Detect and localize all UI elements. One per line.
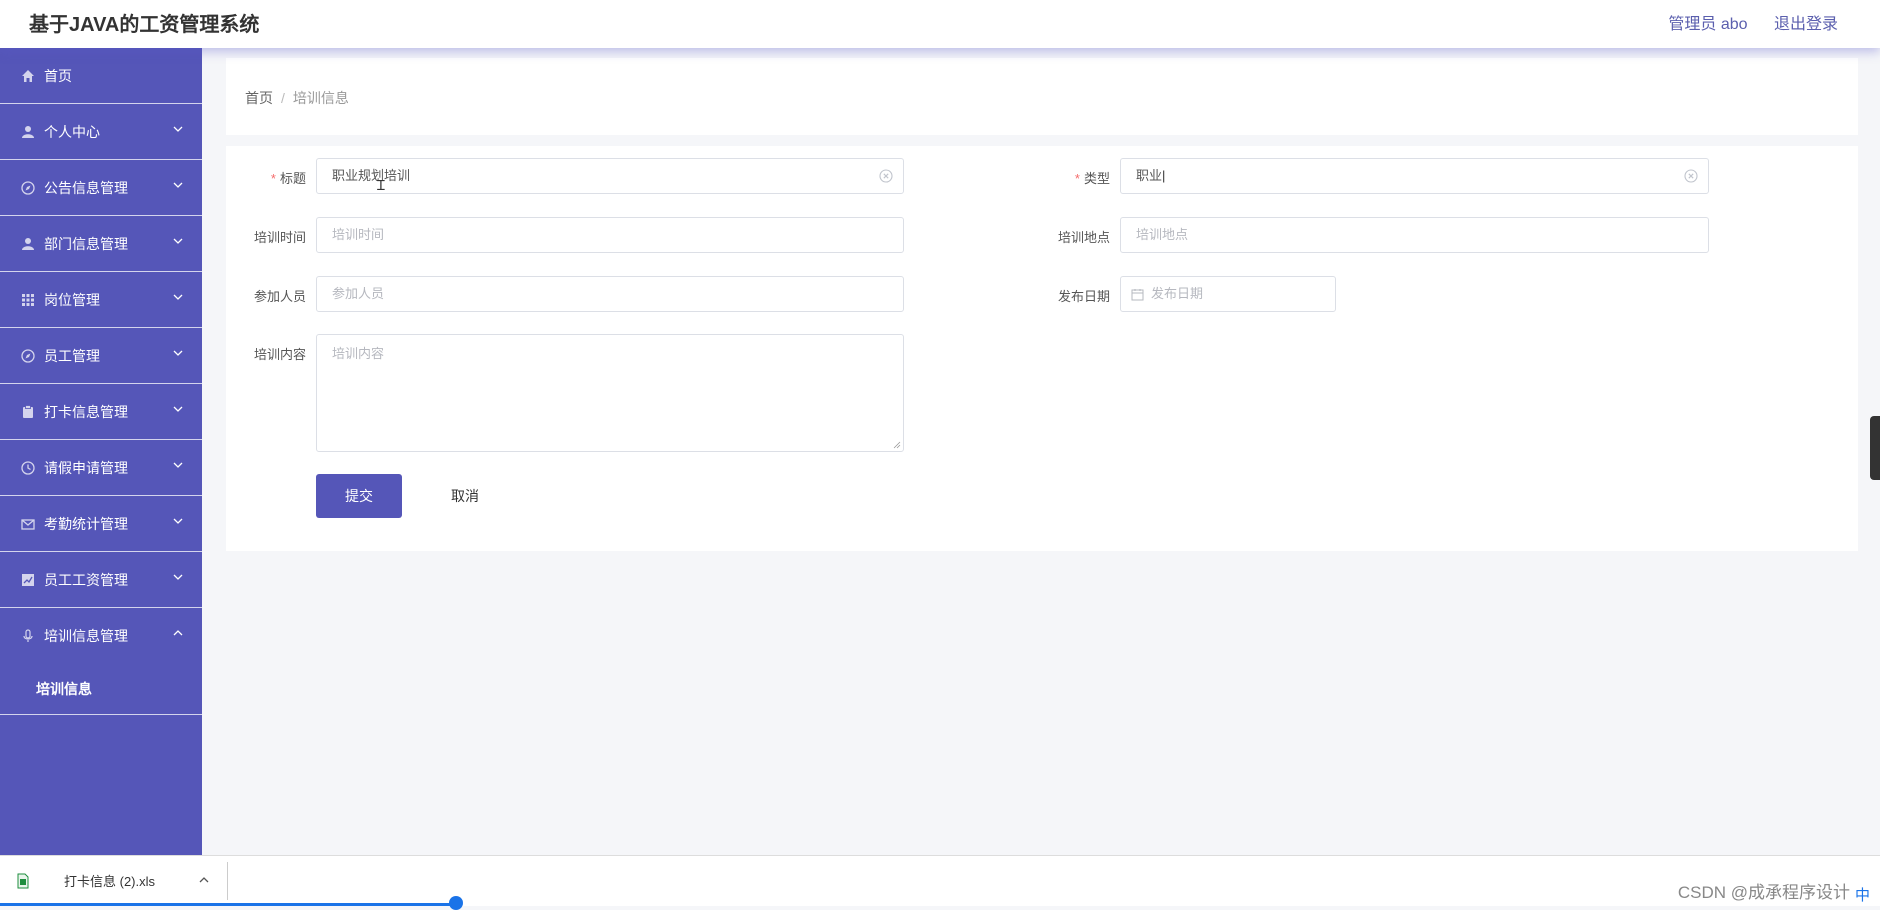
sidebar-item-training-management[interactable]: 培训信息管理 — [0, 608, 202, 663]
sidebar-item-label: 岗位管理 — [44, 291, 100, 308]
sidebar-item-department-management[interactable]: 部门信息管理 — [0, 216, 202, 272]
sidebar-item-leave-management[interactable]: 请假申请管理 — [0, 440, 202, 496]
publish-date-placeholder: 发布日期 — [1151, 286, 1204, 301]
content-placeholder: 培训内容 — [332, 346, 385, 361]
required-mark: * — [270, 171, 276, 186]
sidebar-item-label: 公告信息管理 — [44, 179, 128, 196]
sidebar-item-attendance-stats[interactable]: 考勤统计管理 — [0, 496, 202, 552]
divider — [227, 862, 228, 900]
chevron-down-icon — [173, 182, 183, 188]
download-item[interactable]: 打卡信息 (2).xls — [16, 871, 155, 890]
logout-link[interactable]: 退出登录 — [1774, 16, 1838, 33]
ime-language-indicator[interactable]: 中 — [1855, 884, 1870, 905]
breadcrumb-separator: / — [281, 90, 285, 106]
chevron-down-icon — [173, 462, 183, 468]
clear-icon[interactable] — [879, 169, 893, 183]
sidebar-item-employee-management[interactable]: 员工管理 — [0, 328, 202, 384]
chevron-up-icon[interactable] — [198, 874, 210, 886]
sidebar-item-label: 首页 — [44, 67, 72, 84]
top-header: 基于JAVA的工资管理系统 管理员 abo 退出登录 — [0, 0, 1880, 48]
sidebar-item-home[interactable]: 首页 — [0, 48, 202, 104]
breadcrumb-panel: 首页 / 培训信息 — [226, 58, 1858, 135]
compass-icon — [20, 180, 36, 196]
training-place-input[interactable]: 培训地点 — [1120, 217, 1709, 253]
user-icon — [20, 124, 36, 140]
sidebar-item-personal-center[interactable]: 个人中心 — [0, 104, 202, 160]
breadcrumb-current: 培训信息 — [292, 90, 349, 106]
sidebar-item-label: 请假申请管理 — [44, 459, 128, 476]
sidebar-item-label: 打卡信息管理 — [44, 403, 128, 420]
chevron-down-icon — [173, 518, 183, 524]
resize-grip-icon[interactable] — [893, 441, 901, 449]
download-bar: 打卡信息 (2).xls CSDN @成承程序设计 中 — [0, 855, 1880, 910]
content-textarea[interactable]: 培训内容 — [316, 334, 904, 452]
sidebar-item-label: 培训信息管理 — [44, 627, 128, 644]
participants-label: 参加人员 — [253, 289, 306, 304]
clear-icon[interactable] — [1684, 169, 1698, 183]
compass-icon — [20, 348, 36, 364]
ime-toolbar: 中 — [1855, 884, 1870, 905]
publish-date-picker[interactable]: 发布日期 — [1120, 276, 1336, 312]
content-label: 培训内容 — [253, 347, 306, 362]
sidebar-item-notice-management[interactable]: 公告信息管理 — [0, 160, 202, 216]
title-input-value: 职业规划培训 — [332, 168, 411, 183]
header-user-area: 管理员 abo 退出登录 — [1646, 10, 1838, 34]
download-file-name: 打卡信息 (2).xls — [64, 874, 156, 889]
breadcrumb: 首页 / 培训信息 — [245, 88, 349, 108]
user-icon — [20, 236, 36, 252]
chevron-down-icon — [173, 126, 183, 132]
chevron-down-icon — [173, 406, 183, 412]
mail-icon — [20, 516, 36, 532]
training-time-input[interactable]: 培训时间 — [316, 217, 904, 253]
title-label: * 标题 — [270, 171, 306, 186]
sidebar-item-label: 个人中心 — [44, 123, 100, 140]
type-label: * 类型 — [1074, 171, 1110, 186]
clock-icon — [20, 460, 36, 476]
chevron-down-icon — [173, 350, 183, 356]
chart-icon — [20, 572, 36, 588]
training-form: * 标题 职业规划培训 * 类型 职业| 培训时间 培训时间 培训地点 培训地点 参… — [226, 146, 1858, 551]
clipboard-icon — [20, 404, 36, 420]
sidebar-item-position-management[interactable]: 岗位管理 — [0, 272, 202, 328]
breadcrumb-home[interactable]: 首页 — [245, 90, 273, 106]
chevron-down-icon — [173, 294, 183, 300]
sidebar-item-label: 员工工资管理 — [44, 571, 128, 588]
sidebar-item-label: 部门信息管理 — [44, 235, 128, 252]
sidebar-item-salary-management[interactable]: 员工工资管理 — [0, 552, 202, 608]
text-cursor-icon: Ɪ — [377, 177, 385, 193]
progress-dot — [449, 896, 463, 910]
type-input[interactable]: 职业| — [1120, 158, 1709, 194]
participants-input[interactable]: 参加人员 — [316, 276, 904, 312]
sidebar-item-clockin-management[interactable]: 打卡信息管理 — [0, 384, 202, 440]
calendar-icon — [1131, 289, 1144, 301]
sidebar-item-label: 员工管理 — [44, 347, 100, 364]
publish-date-label: 发布日期 — [1057, 289, 1110, 304]
current-user-label[interactable]: 管理员 abo — [1668, 16, 1747, 33]
chevron-down-icon — [173, 574, 183, 580]
app-title: 基于JAVA的工资管理系统 — [29, 14, 260, 36]
training-place-label: 培训地点 — [1057, 230, 1110, 245]
cancel-button[interactable]: 取消 — [422, 474, 508, 518]
chevron-up-icon — [173, 630, 183, 636]
sidebar: 首页 个人中心 公告信息管理 部门信息管理 岗位管理 员工管理 打卡信息管理 请… — [0, 48, 202, 855]
title-input[interactable]: 职业规划培训 — [316, 158, 904, 194]
home-icon — [20, 68, 36, 84]
excel-file-icon — [17, 873, 29, 888]
grid-icon — [20, 292, 36, 308]
sidebar-item-label: 考勤统计管理 — [44, 515, 128, 532]
mic-icon — [20, 628, 36, 644]
submit-button[interactable]: 提交 — [316, 474, 402, 518]
scroll-handle[interactable] — [1870, 416, 1880, 480]
chevron-down-icon — [173, 238, 183, 244]
type-input-value: 职业 — [1136, 168, 1163, 183]
sidebar-subitem-training-info[interactable]: 培训信息 — [0, 663, 202, 715]
csdn-watermark: CSDN @成承程序设计 — [1677, 883, 1850, 902]
training-time-label: 培训时间 — [253, 230, 306, 245]
required-mark: * — [1074, 171, 1080, 186]
